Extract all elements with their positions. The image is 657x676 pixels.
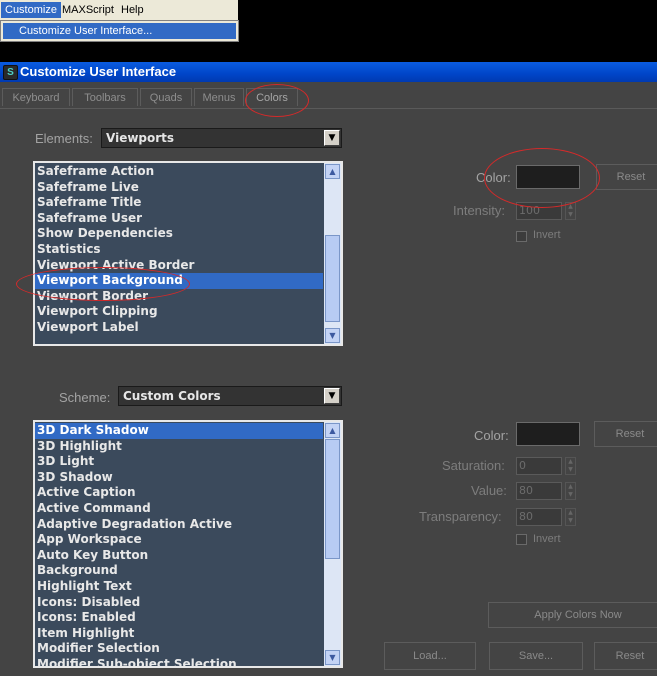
elements-dropdown[interactable]: Viewports ▼ (101, 128, 342, 148)
chevron-down-icon[interactable]: ▼ (324, 388, 340, 404)
invert-label: Invert (533, 229, 561, 241)
scheme-reset-button[interactable]: Reset (594, 421, 657, 447)
apply-colors-button[interactable]: Apply Colors Now (488, 602, 657, 628)
scroll-thumb[interactable] (325, 235, 340, 322)
scheme-invert-label: Invert (533, 533, 561, 545)
intensity-label: Intensity: (453, 203, 506, 218)
scroll-up-icon[interactable]: ▲ (325, 423, 340, 438)
list-item[interactable]: Safeframe User (35, 211, 323, 227)
intensity-spinner[interactable]: ▲ ▼ (565, 202, 576, 220)
list-item[interactable]: 3D Shadow (35, 470, 323, 486)
elements-label: Elements: (35, 131, 93, 146)
menu-customize[interactable]: Customize (1, 2, 61, 18)
menu-bar: Customize MAXScript Help (0, 0, 238, 21)
menu-item-customize-ui[interactable]: Customize User Interface... (3, 23, 236, 39)
saturation-spinner[interactable]: ▲ ▼ (565, 457, 576, 475)
tab-keyboard[interactable]: Keyboard (2, 88, 70, 106)
scheme-color-swatch[interactable] (516, 422, 580, 446)
list-item[interactable]: Highlight Text (35, 579, 323, 595)
chevron-down-icon[interactable]: ▼ (324, 130, 340, 146)
value-field[interactable]: 80 (516, 482, 562, 500)
elements-dropdown-value: Viewports (106, 131, 175, 145)
list-item[interactable]: Auto Key Button (35, 548, 323, 564)
list-item[interactable]: Safeframe Live (35, 180, 323, 196)
scheme-dropdown[interactable]: Custom Colors ▼ (118, 386, 342, 406)
scroll-thumb[interactable] (325, 439, 340, 559)
saturation-label: Saturation: (442, 458, 505, 473)
load-button[interactable]: Load... (384, 642, 476, 670)
list-item[interactable]: Safeframe Title (35, 195, 323, 211)
scheme-scrollbar[interactable]: ▲ ▼ (324, 422, 341, 666)
list-item[interactable]: Safeframe Action (35, 164, 323, 180)
list-item[interactable]: 3D Highlight (35, 439, 323, 455)
transparency-label: Transparency: (419, 509, 502, 524)
transparency-spinner[interactable]: ▲ ▼ (565, 508, 576, 526)
tab-colors[interactable]: Colors (246, 88, 298, 106)
saturation-field[interactable]: 0 (516, 457, 562, 475)
list-item[interactable]: Active Command (35, 501, 323, 517)
color-swatch[interactable] (516, 165, 580, 189)
list-item[interactable]: Background (35, 563, 323, 579)
elements-list[interactable]: Safeframe Action Safeframe Live Safefram… (33, 161, 343, 346)
scroll-up-icon[interactable]: ▲ (325, 164, 340, 179)
dialog-titlebar[interactable]: S Customize User Interface (0, 62, 657, 82)
list-item[interactable]: Modifier Selection (35, 641, 323, 657)
tab-quads[interactable]: Quads (140, 88, 192, 106)
value-spinner[interactable]: ▲ ▼ (565, 482, 576, 500)
menu-maxscript[interactable]: MAXScript (58, 2, 118, 18)
list-item[interactable]: Statistics (35, 242, 323, 258)
save-button[interactable]: Save... (489, 642, 583, 670)
tab-strip: Keyboard Toolbars Quads Menus Colors (0, 86, 657, 109)
app-icon: S (3, 65, 18, 80)
scheme-dropdown-value: Custom Colors (123, 389, 221, 403)
tab-menus[interactable]: Menus (194, 88, 244, 106)
scroll-down-icon[interactable]: ▼ (325, 328, 340, 343)
list-item[interactable]: 3D Light (35, 454, 323, 470)
list-item[interactable]: Viewport Border (35, 289, 323, 305)
dialog-title: Customize User Interface (20, 64, 177, 79)
intensity-field[interactable]: 100 (516, 202, 562, 220)
list-item[interactable]: Show Dependencies (35, 226, 323, 242)
scheme-invert-checkbox[interactable] (516, 534, 527, 545)
value-label: Value: (471, 483, 507, 498)
reset-button[interactable]: Reset (596, 164, 657, 190)
list-item[interactable]: App Workspace (35, 532, 323, 548)
list-item[interactable]: Adaptive Degradation Active (35, 517, 323, 533)
footer-reset-button[interactable]: Reset (594, 642, 657, 670)
list-item[interactable]: Modifier Sub-object Selection (35, 657, 323, 666)
list-item[interactable]: Viewport Active Border (35, 258, 323, 274)
elements-scrollbar[interactable]: ▲ ▼ (324, 163, 341, 344)
transparency-field[interactable]: 80 (516, 508, 562, 526)
scheme-label: Scheme: (59, 390, 111, 405)
list-item-selected[interactable]: Viewport Background (35, 273, 323, 289)
scroll-down-icon[interactable]: ▼ (325, 650, 340, 665)
list-item[interactable]: Active Caption (35, 485, 323, 501)
customize-dropdown: Customize User Interface... (0, 20, 239, 42)
scheme-color-label: Color: (474, 428, 509, 443)
list-item[interactable]: Viewport Clipping (35, 304, 323, 320)
list-item[interactable]: Viewport Label (35, 320, 323, 336)
list-item[interactable]: Icons: Disabled (35, 595, 323, 611)
invert-checkbox[interactable] (516, 231, 527, 242)
list-item[interactable]: Icons: Enabled (35, 610, 323, 626)
scheme-list[interactable]: 3D Dark Shadow 3D Highlight 3D Light 3D … (33, 420, 343, 668)
customize-ui-dialog: S Customize User Interface Keyboard Tool… (0, 62, 657, 676)
menu-help[interactable]: Help (117, 2, 148, 18)
tab-toolbars[interactable]: Toolbars (72, 88, 138, 106)
list-item[interactable]: Item Highlight (35, 626, 323, 642)
color-label: Color: (476, 170, 511, 185)
list-item-selected[interactable]: 3D Dark Shadow (35, 423, 323, 439)
